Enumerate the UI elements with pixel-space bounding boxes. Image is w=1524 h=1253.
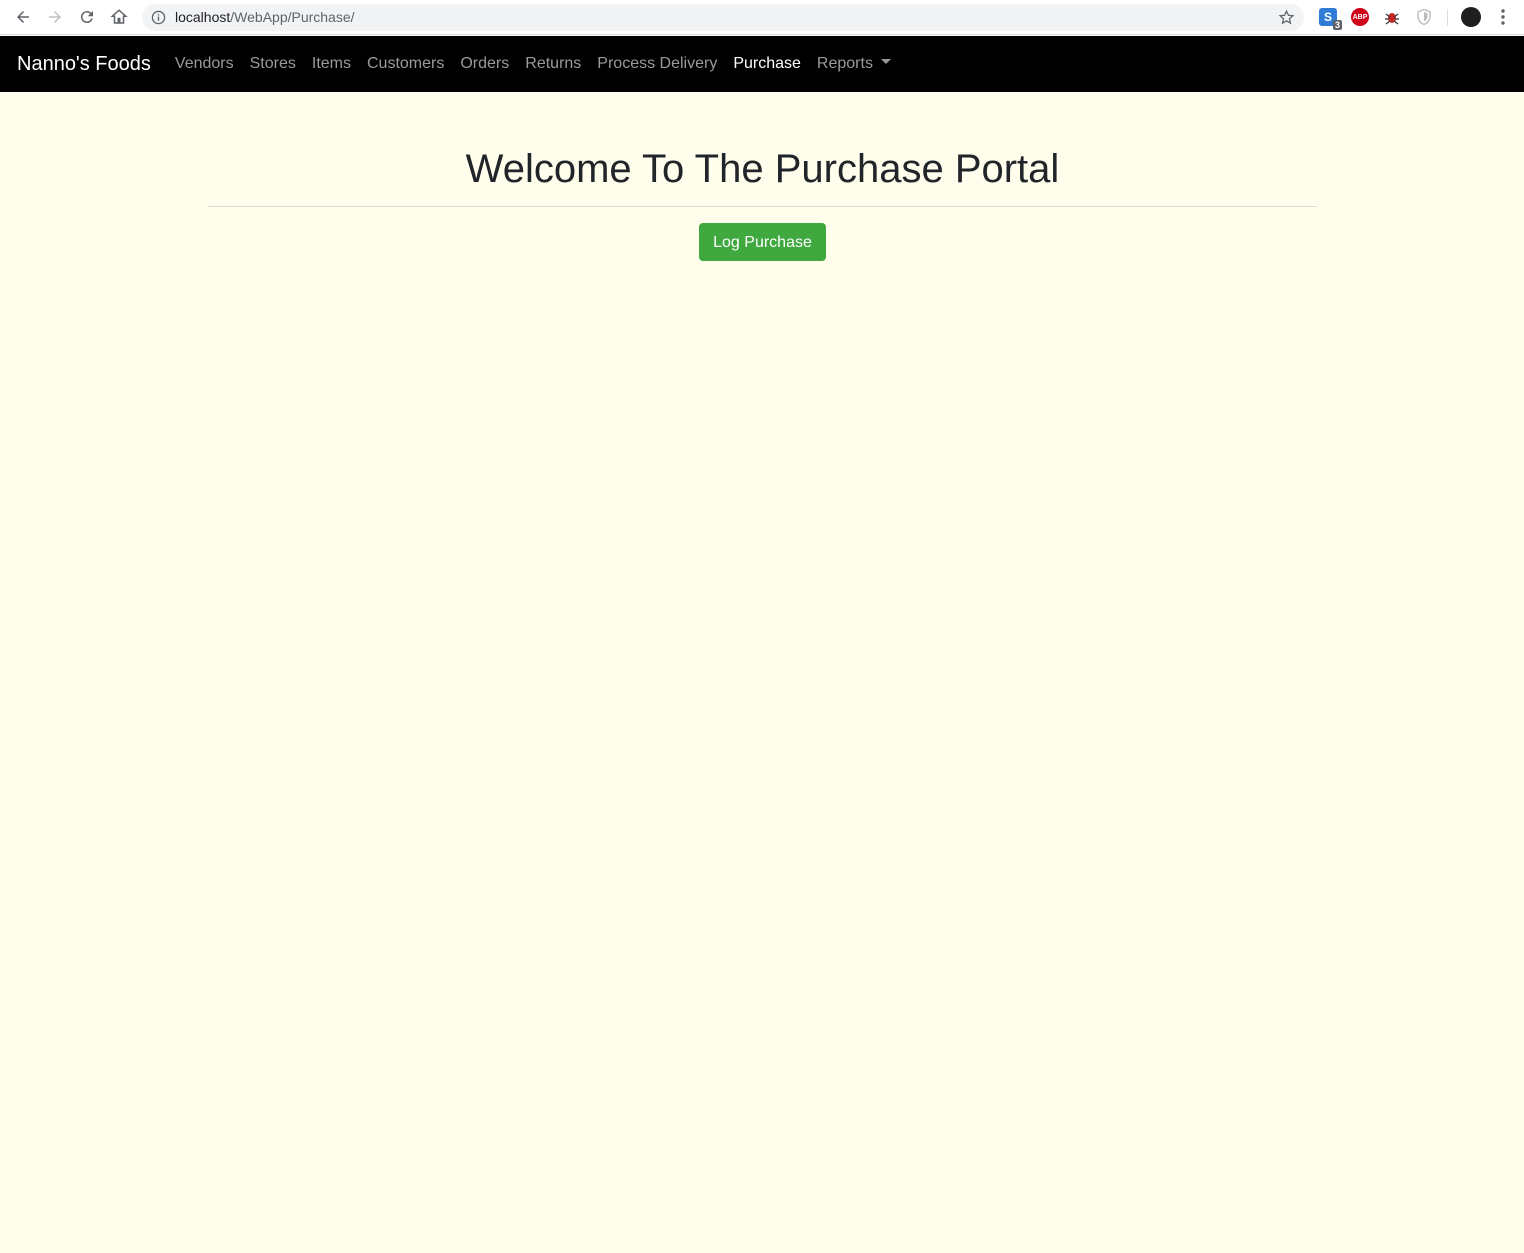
nav-customers[interactable]: Customers (367, 55, 444, 73)
url-host: localhost (175, 9, 231, 25)
nav-returns[interactable]: Returns (525, 55, 581, 73)
address-bar[interactable]: localhost/WebApp/Purchase/ (142, 4, 1304, 31)
extension-s-icon[interactable]: S3 (1319, 8, 1342, 30)
bookmark-star-icon[interactable] (1278, 9, 1295, 26)
reload-icon[interactable] (76, 6, 98, 28)
bug-extension-icon[interactable] (1383, 8, 1401, 26)
title-divider (208, 206, 1317, 207)
toolbar-separator (1447, 9, 1448, 26)
nav-reports-dropdown[interactable]: Reports (817, 55, 891, 73)
url-text: localhost/WebApp/Purchase/ (175, 9, 355, 25)
button-container: Log Purchase (208, 223, 1317, 261)
browser-toolbar: localhost/WebApp/Purchase/ S3 ABP (0, 0, 1524, 35)
abp-label: ABP (1352, 13, 1368, 21)
nav-orders[interactable]: Orders (460, 55, 509, 73)
url-path: /WebApp/Purchase/ (230, 9, 355, 25)
main-navbar: Nanno's Foods Vendors Stores Items Custo… (0, 36, 1524, 92)
nav-purchase[interactable]: Purchase (733, 55, 801, 73)
extension-s-label: S (1323, 10, 1332, 24)
log-purchase-button[interactable]: Log Purchase (699, 223, 826, 261)
adblock-plus-icon[interactable]: ABP (1351, 8, 1369, 26)
info-icon[interactable] (151, 10, 166, 25)
nav-items[interactable]: Items (312, 55, 351, 73)
shield-extension-icon[interactable] (1415, 8, 1433, 26)
nav-stores[interactable]: Stores (250, 55, 296, 73)
dropdown-caret-icon (880, 59, 891, 65)
extension-badge: 3 (1332, 20, 1342, 30)
back-icon[interactable] (12, 6, 34, 28)
main-content: Welcome To The Purchase Portal Log Purch… (208, 92, 1317, 261)
page-title: Welcome To The Purchase Portal (465, 147, 1060, 191)
nav-process-delivery[interactable]: Process Delivery (597, 55, 717, 73)
home-icon[interactable] (108, 6, 130, 28)
forward-icon[interactable] (44, 6, 66, 28)
nav-reports-label: Reports (816, 55, 873, 72)
brand-link[interactable]: Nanno's Foods (17, 53, 151, 76)
menu-dots-icon[interactable] (1494, 7, 1512, 27)
nav-vendors[interactable]: Vendors (175, 55, 234, 73)
profile-avatar[interactable] (1461, 7, 1481, 27)
